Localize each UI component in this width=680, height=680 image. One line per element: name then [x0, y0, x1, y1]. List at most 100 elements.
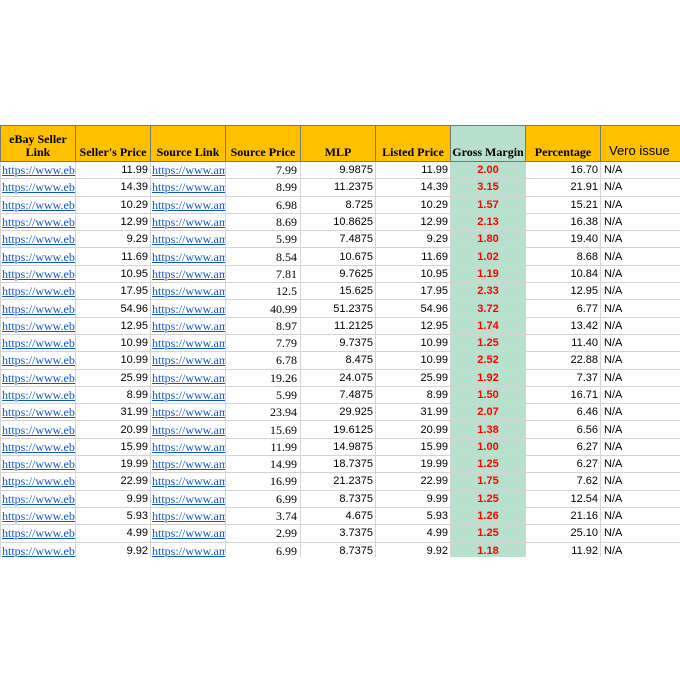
percentage-cell[interactable]: 25.10	[525, 524, 601, 543]
gross-margin-cell[interactable]: 1.50	[450, 385, 526, 405]
source-link-cell[interactable]: https://www.amazon	[150, 178, 226, 197]
vero-issue-cell[interactable]: N/A	[600, 316, 680, 335]
source-price-cell[interactable]: 6.78	[225, 351, 301, 370]
vero-issue-cell[interactable]: N/A	[600, 524, 680, 543]
source-link-cell[interactable]: https://www.amazon	[150, 316, 226, 335]
ebay-link-cell[interactable]: https://www.ebay	[0, 230, 76, 249]
vero-issue-cell[interactable]: N/A	[600, 247, 680, 266]
source-link-cell[interactable]: https://www.amazon	[150, 195, 226, 214]
ebay-link-cell[interactable]: https://www.ebay	[0, 472, 76, 491]
listed-price-cell[interactable]: 10.99	[375, 351, 451, 370]
mlp-cell[interactable]: 10.675	[300, 247, 376, 266]
percentage-cell[interactable]: 13.42	[525, 316, 601, 335]
vero-issue-cell[interactable]: N/A	[600, 264, 680, 284]
ebay-link-cell[interactable]: https://www.ebay	[0, 178, 76, 197]
vero-issue-cell[interactable]: N/A	[600, 385, 680, 405]
percentage-cell[interactable]: 6.27	[525, 455, 601, 474]
header-source-link[interactable]: Source Link	[150, 125, 226, 162]
gross-margin-cell[interactable]: 1.74	[450, 316, 526, 335]
source-price-cell[interactable]: 6.98	[225, 195, 301, 214]
seller-price-cell[interactable]: 54.96	[75, 299, 151, 318]
percentage-cell[interactable]: 7.62	[525, 472, 601, 491]
mlp-cell[interactable]: 7.4875	[300, 385, 376, 405]
mlp-cell[interactable]: 14.9875	[300, 437, 376, 457]
source-link-cell[interactable]: https://www.amazon	[150, 333, 226, 353]
percentage-cell[interactable]: 7.37	[525, 368, 601, 387]
source-price-cell[interactable]: 7.99	[225, 160, 301, 180]
ebay-link-cell[interactable]: https://www.ebay	[0, 541, 76, 557]
source-price-cell[interactable]: 8.97	[225, 316, 301, 335]
header-listed-price[interactable]: Listed Price	[375, 125, 451, 162]
vero-issue-cell[interactable]: N/A	[600, 212, 680, 232]
mlp-cell[interactable]: 15.625	[300, 282, 376, 301]
mlp-cell[interactable]: 8.725	[300, 195, 376, 214]
mlp-cell[interactable]: 9.9875	[300, 160, 376, 180]
gross-margin-cell[interactable]: 1.25	[450, 455, 526, 474]
gross-margin-cell[interactable]: 1.26	[450, 506, 526, 526]
vero-issue-cell[interactable]: N/A	[600, 455, 680, 474]
vero-issue-cell[interactable]: N/A	[600, 230, 680, 249]
seller-price-cell[interactable]: 9.29	[75, 230, 151, 249]
source-link-cell[interactable]: https://www.amazon	[150, 212, 226, 232]
source-price-cell[interactable]: 5.99	[225, 230, 301, 249]
source-link-cell[interactable]: https://www.amazon	[150, 299, 226, 318]
vero-issue-cell[interactable]: N/A	[600, 506, 680, 526]
source-price-cell[interactable]: 8.54	[225, 247, 301, 266]
ebay-link-cell[interactable]: https://www.ebay	[0, 282, 76, 301]
mlp-cell[interactable]: 8.7375	[300, 541, 376, 557]
source-link-cell[interactable]: https://www.amazon	[150, 506, 226, 526]
gross-margin-cell[interactable]: 1.18	[450, 541, 526, 557]
gross-margin-cell[interactable]: 1.25	[450, 333, 526, 353]
source-price-cell[interactable]: 23.94	[225, 403, 301, 422]
source-link-cell[interactable]: https://www.amazon	[150, 420, 226, 439]
seller-price-cell[interactable]: 11.99	[75, 160, 151, 180]
gross-margin-cell[interactable]: 1.38	[450, 420, 526, 439]
seller-price-cell[interactable]: 4.99	[75, 524, 151, 543]
vero-issue-cell[interactable]: N/A	[600, 178, 680, 197]
seller-price-cell[interactable]: 8.99	[75, 385, 151, 405]
listed-price-cell[interactable]: 10.99	[375, 333, 451, 353]
source-link-cell[interactable]: https://www.amazon	[150, 541, 226, 557]
mlp-cell[interactable]: 29.925	[300, 403, 376, 422]
header-source-price[interactable]: Source Price	[225, 125, 301, 162]
mlp-cell[interactable]: 9.7625	[300, 264, 376, 284]
listed-price-cell[interactable]: 17.95	[375, 282, 451, 301]
source-price-cell[interactable]: 15.69	[225, 420, 301, 439]
percentage-cell[interactable]: 6.77	[525, 299, 601, 318]
source-link-cell[interactable]: https://www.amazon	[150, 282, 226, 301]
source-link-cell[interactable]: https://www.amazon	[150, 385, 226, 405]
gross-margin-cell[interactable]: 1.25	[450, 489, 526, 508]
ebay-link-cell[interactable]: https://www.ebay	[0, 455, 76, 474]
header-gross-margin[interactable]: Gross Margin	[450, 125, 526, 162]
mlp-cell[interactable]: 4.675	[300, 506, 376, 526]
gross-margin-cell[interactable]: 1.19	[450, 264, 526, 284]
header-ebay-link[interactable]: eBay Seller Link	[0, 125, 76, 162]
ebay-link-cell[interactable]: https://www.ebay	[0, 212, 76, 232]
ebay-link-cell[interactable]: https://www.ebay	[0, 333, 76, 353]
percentage-cell[interactable]: 11.92	[525, 541, 601, 557]
mlp-cell[interactable]: 11.2375	[300, 178, 376, 197]
source-price-cell[interactable]: 5.99	[225, 385, 301, 405]
source-price-cell[interactable]: 16.99	[225, 472, 301, 491]
vero-issue-cell[interactable]: N/A	[600, 282, 680, 301]
seller-price-cell[interactable]: 9.92	[75, 541, 151, 557]
seller-price-cell[interactable]: 12.99	[75, 212, 151, 232]
listed-price-cell[interactable]: 54.96	[375, 299, 451, 318]
mlp-cell[interactable]: 18.7375	[300, 455, 376, 474]
source-link-cell[interactable]: https://www.amazon	[150, 247, 226, 266]
source-link-cell[interactable]: https://www.amazon	[150, 403, 226, 422]
vero-issue-cell[interactable]: N/A	[600, 333, 680, 353]
percentage-cell[interactable]: 16.38	[525, 212, 601, 232]
source-price-cell[interactable]: 6.99	[225, 541, 301, 557]
ebay-link-cell[interactable]: https://www.ebay	[0, 299, 76, 318]
source-price-cell[interactable]: 7.81	[225, 264, 301, 284]
listed-price-cell[interactable]: 14.39	[375, 178, 451, 197]
ebay-link-cell[interactable]: https://www.ebay	[0, 316, 76, 335]
source-price-cell[interactable]: 11.99	[225, 437, 301, 457]
header-vero-issue[interactable]: Vero issue	[600, 125, 680, 162]
ebay-link-cell[interactable]: https://www.ebay	[0, 489, 76, 508]
listed-price-cell[interactable]: 10.29	[375, 195, 451, 214]
ebay-link-cell[interactable]: https://www.ebay	[0, 247, 76, 266]
mlp-cell[interactable]: 7.4875	[300, 230, 376, 249]
ebay-link-cell[interactable]: https://www.ebay	[0, 420, 76, 439]
